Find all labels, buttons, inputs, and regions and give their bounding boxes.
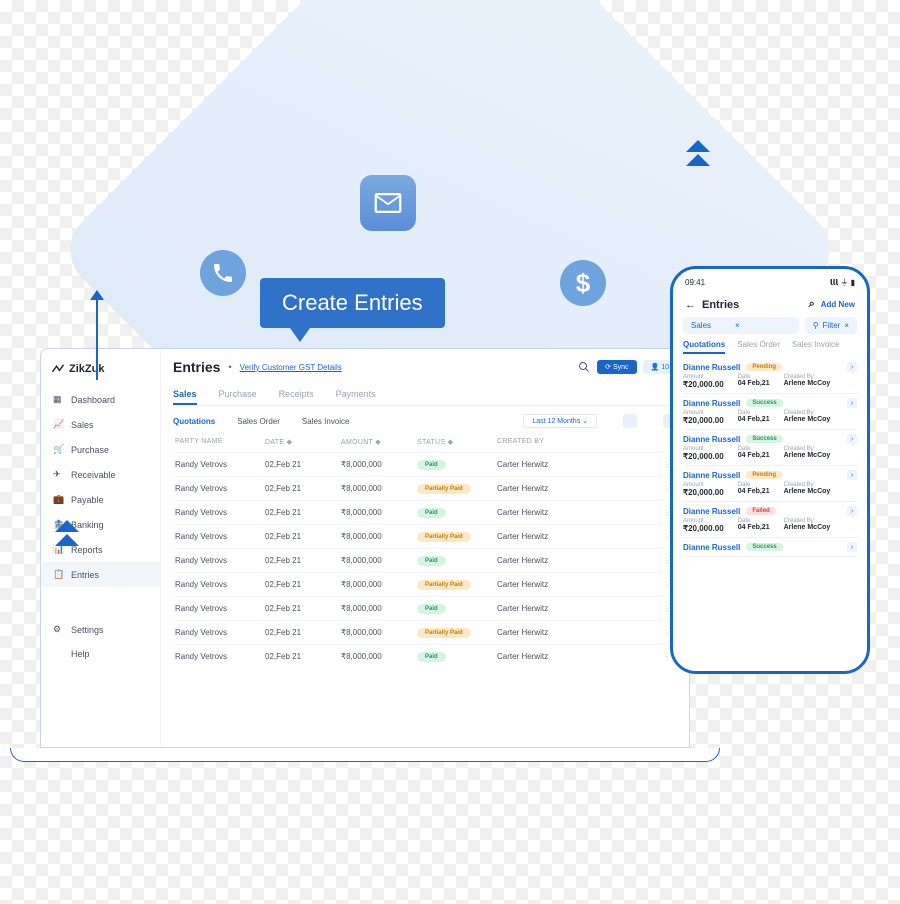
table-row[interactable]: Randy Vetrovs02,Feb 21₹8,000,000Partiall…	[173, 476, 677, 500]
list-item[interactable]: Dianne RussellSuccess›	[683, 538, 857, 557]
sidebar-item-payable[interactable]: 💼Payable	[41, 487, 160, 512]
phone-frame: 09:41 𝗹𝗹𝗹 ⏚ ▮ ← Entries ⌕ Add New Sales×…	[670, 266, 870, 674]
back-icon[interactable]: ←	[685, 299, 696, 311]
table-row[interactable]: Randy Vetrovs02,Feb 21₹8,000,000Partiall…	[173, 620, 677, 644]
gear-icon[interactable]	[623, 414, 637, 428]
search-icon[interactable]: ⌕	[809, 298, 815, 311]
subtab-quotations[interactable]: Quotations	[173, 417, 215, 426]
sidebar-item-receivable[interactable]: ✈Receivable	[41, 462, 160, 487]
phone-time: 09:41	[685, 278, 705, 287]
list-item[interactable]: Dianne RussellPending›Amount₹20,000.00Da…	[683, 466, 857, 502]
create-entries-tooltip: Create Entries	[260, 278, 445, 328]
table-row[interactable]: Randy Vetrovs02,Feb 21₹8,000,000PaidCart…	[173, 452, 677, 476]
sidebar-item-purchase[interactable]: 🛒Purchase	[41, 437, 160, 462]
phone-title: Entries	[702, 299, 739, 311]
tab-payments[interactable]: Payments	[336, 385, 376, 405]
list-item[interactable]: Dianne RussellSuccess›Amount₹20,000.00Da…	[683, 430, 857, 466]
phone-tab-quotations[interactable]: Quotations	[683, 340, 725, 354]
list-item[interactable]: Dianne RussellPending›Amount₹20,000.00Da…	[683, 358, 857, 394]
table-row[interactable]: Randy Vetrovs02,Feb 21₹8,000,000PaidCart…	[173, 500, 677, 524]
search-icon[interactable]	[577, 360, 591, 374]
tab-purchase[interactable]: Purchase	[219, 385, 257, 405]
table-row[interactable]: Randy Vetrovs02,Feb 21₹8,000,000Partiall…	[173, 572, 677, 596]
chevron-up-icon	[55, 520, 79, 548]
chevron-up-icon	[686, 140, 710, 168]
chevron-right-icon[interactable]: ›	[847, 398, 857, 408]
sidebar-item-dashboard[interactable]: ▦Dashboard	[41, 387, 160, 412]
sidebar-item-help[interactable]: Help	[41, 642, 160, 666]
months-filter[interactable]: Last 12 Months ⌄	[523, 414, 597, 428]
tab-sales[interactable]: Sales	[173, 385, 197, 405]
phone-tab-sales-order[interactable]: Sales Order	[737, 340, 780, 354]
table-row[interactable]: Randy Vetrovs02,Feb 21₹8,000,000PaidCart…	[173, 596, 677, 620]
tab-receipts[interactable]: Receipts	[279, 385, 314, 405]
chevron-right-icon[interactable]: ›	[847, 470, 857, 480]
chevron-right-icon[interactable]: ›	[847, 362, 857, 372]
mail-icon	[360, 175, 416, 231]
chevron-right-icon[interactable]: ›	[847, 542, 857, 552]
filter-button[interactable]: ⚲Filter×	[805, 317, 857, 334]
sidebar-item-sales[interactable]: 📈Sales	[41, 412, 160, 437]
dollar-icon: $	[560, 260, 606, 306]
verify-gst-link[interactable]: Verify Customer GST Details	[240, 363, 342, 372]
table-row[interactable]: Randy Vetrovs02,Feb 21₹8,000,000PaidCart…	[173, 548, 677, 572]
list-item[interactable]: Dianne RussellFailed›Amount₹20,000.00Dat…	[683, 502, 857, 538]
add-new-button[interactable]: Add New	[821, 300, 855, 309]
signal-icon: 𝗹𝗹𝗹 ⏚ ▮	[830, 277, 855, 288]
chevron-right-icon[interactable]: ›	[847, 506, 857, 516]
chevron-right-icon[interactable]: ›	[847, 434, 857, 444]
laptop-frame: ZikZuk ▦Dashboard📈Sales🛒Purchase✈Receiva…	[40, 348, 690, 762]
subtab-sales-invoice[interactable]: Sales Invoice	[302, 417, 350, 426]
table-row[interactable]: Randy Vetrovs02,Feb 21₹8,000,000PaidCart…	[173, 644, 677, 668]
page-title: Entries	[173, 359, 220, 375]
table-row[interactable]: Randy Vetrovs02,Feb 21₹8,000,000Partiall…	[173, 524, 677, 548]
sidebar-item-settings[interactable]: ⚙Settings	[41, 617, 160, 642]
table-header: PARTY NAME DATE ◆ AMOUNT ◆ STATUS ◆ CREA…	[173, 432, 677, 452]
subtab-sales-order[interactable]: Sales Order	[237, 417, 280, 426]
sidebar-item-entries[interactable]: 📋Entries	[41, 562, 160, 587]
sales-selector[interactable]: Sales×	[683, 317, 799, 334]
phone-icon	[200, 250, 246, 296]
sidebar: ZikZuk ▦Dashboard📈Sales🛒Purchase✈Receiva…	[41, 349, 161, 747]
list-item[interactable]: Dianne RussellSuccess›Amount₹20,000.00Da…	[683, 394, 857, 430]
sync-button[interactable]: ⟳ Sync	[597, 360, 636, 374]
phone-tab-sales-invoice[interactable]: Sales Invoice	[792, 340, 840, 354]
arrow-up-icon	[90, 290, 104, 380]
